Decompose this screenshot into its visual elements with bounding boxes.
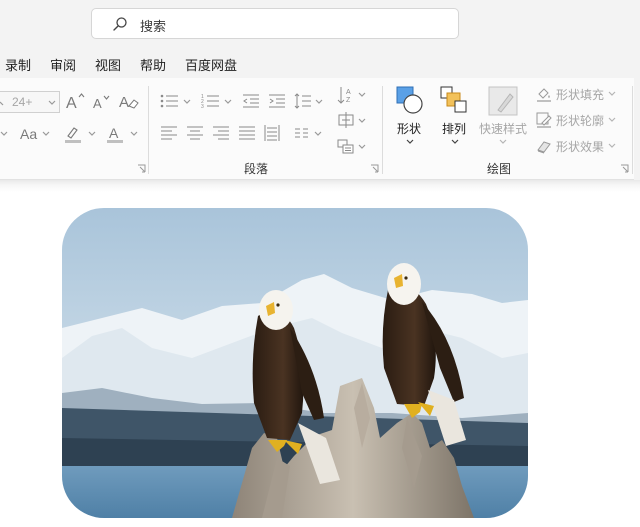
tab-help[interactable]: 帮助	[140, 55, 166, 74]
shape-effects-icon[interactable]	[536, 138, 552, 154]
slide-canvas[interactable]	[0, 192, 640, 527]
chevron-down-icon	[224, 99, 232, 104]
chevron-down-icon	[130, 131, 138, 136]
dialog-launcher-icon[interactable]	[137, 164, 146, 173]
svg-text:A: A	[109, 125, 119, 141]
chevron-down-icon	[499, 139, 507, 144]
highlight-icon[interactable]	[64, 125, 82, 143]
tab-view[interactable]: 视图	[95, 55, 121, 74]
quick-styles-icon[interactable]	[488, 86, 518, 116]
increase-font-size-icon[interactable]: A	[66, 92, 86, 110]
tab-review[interactable]: 审阅	[50, 55, 76, 74]
chevron-down-icon	[88, 131, 96, 136]
chevron-down-icon	[608, 117, 616, 122]
chevron-down-icon	[608, 143, 616, 148]
chevron-down-icon	[42, 131, 50, 136]
chevron-down-icon	[358, 92, 366, 97]
svg-text:A: A	[346, 89, 351, 96]
chevron-down-icon	[451, 139, 459, 144]
quick-styles-label[interactable]: 快速样式	[479, 120, 527, 137]
chevron-down-icon	[315, 99, 323, 104]
font-size-value: 24+	[12, 95, 33, 109]
align-left-icon[interactable]	[161, 126, 177, 140]
shape-effects-label[interactable]: 形状效果	[556, 138, 604, 155]
ribbon-shadow	[0, 180, 640, 192]
svg-text:A: A	[119, 94, 129, 110]
font-size-select[interactable]: 24+	[0, 91, 60, 113]
search-placeholder: 搜索	[140, 19, 167, 34]
chevron-down-icon	[608, 91, 616, 96]
chevron-down-icon	[314, 131, 322, 136]
svg-text:Z: Z	[346, 97, 351, 104]
chevron-down-icon	[48, 100, 56, 105]
align-center-icon[interactable]	[187, 126, 203, 140]
clear-formatting-icon[interactable]: A	[119, 92, 139, 110]
increase-indent-icon[interactable]	[268, 93, 286, 109]
group-label-paragraph: 段落	[244, 162, 269, 176]
search-icon	[113, 17, 127, 31]
menu-bar: 录制 审阅 视图 帮助 百度网盘	[0, 48, 640, 78]
two-eagles-photo[interactable]	[62, 208, 528, 518]
dialog-launcher-icon[interactable]	[620, 164, 629, 173]
svg-text:A: A	[93, 96, 102, 110]
chevron-down-icon	[358, 118, 366, 123]
chevron-down-icon	[406, 139, 414, 144]
change-case-icon[interactable]: Aa	[20, 126, 37, 142]
font-name-edge	[0, 101, 4, 106]
decrease-font-size-icon[interactable]: A	[93, 94, 111, 110]
columns-icon[interactable]	[295, 127, 309, 139]
align-right-icon[interactable]	[213, 126, 229, 140]
chevron-down-icon	[0, 131, 8, 136]
arrange-icon[interactable]	[440, 86, 468, 114]
shapes-button-label[interactable]: 形状	[397, 120, 421, 137]
text-direction-icon[interactable]: AZ	[337, 86, 355, 104]
smartart-convert-icon[interactable]	[337, 138, 355, 154]
shape-fill-label[interactable]: 形状填充	[556, 86, 604, 103]
line-spacing-icon[interactable]	[294, 93, 312, 109]
bullets-icon[interactable]	[160, 93, 180, 109]
shapes-icon[interactable]	[396, 86, 424, 114]
decrease-indent-icon[interactable]	[242, 93, 260, 109]
dialog-launcher-icon[interactable]	[370, 164, 379, 173]
svg-text:3: 3	[201, 104, 204, 109]
tab-record[interactable]: 录制	[5, 55, 31, 74]
numbering-icon[interactable]: 123	[201, 93, 221, 109]
font-color-icon[interactable]: A	[106, 125, 124, 143]
ribbon: 24+ A A A Aa A 1 2 3 A Z 段落 形状 排列 快速样式 形…	[0, 78, 640, 180]
shape-fill-icon[interactable]	[536, 86, 552, 102]
ribbon-panel: 24+ A A A Aa A 1 2 3 A Z 段落 形状 排列 快速样式 形…	[0, 78, 634, 180]
group-separator	[148, 86, 149, 174]
chevron-down-icon	[358, 144, 366, 149]
justify-icon[interactable]	[239, 126, 255, 140]
search-box[interactable]: 搜索	[91, 8, 459, 39]
chevron-down-icon	[183, 99, 191, 104]
align-text-icon[interactable]	[337, 112, 355, 128]
group-label-drawing: 绘图	[487, 162, 512, 176]
shape-outline-label[interactable]: 形状轮廓	[556, 112, 604, 129]
svg-text:A: A	[66, 95, 77, 110]
arrange-button-label[interactable]: 排列	[442, 120, 466, 137]
eagles-picture	[62, 208, 528, 518]
group-separator	[382, 86, 383, 174]
title-bar: 搜索	[0, 0, 640, 48]
group-separator	[632, 86, 633, 174]
tab-baidu-netdisk[interactable]: 百度网盘	[185, 55, 237, 74]
shape-outline-icon[interactable]	[536, 112, 552, 128]
distributed-icon[interactable]	[264, 125, 280, 141]
